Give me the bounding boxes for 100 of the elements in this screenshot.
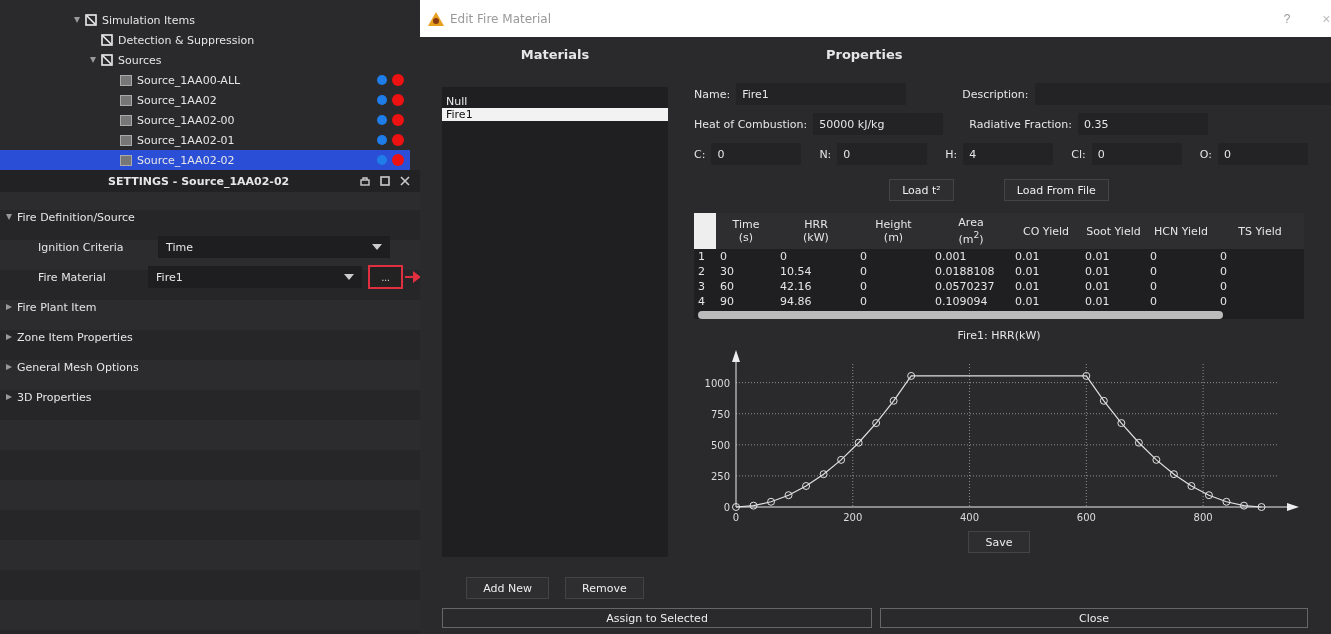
section-header[interactable]: Fire Plant Item <box>0 292 420 322</box>
tree-item[interactable]: Sources <box>0 50 410 70</box>
dropdown[interactable]: Time <box>158 236 390 258</box>
name-field[interactable]: Fire1 <box>736 83 907 105</box>
row-number: 4 <box>697 295 706 308</box>
field-label: H: <box>945 147 958 161</box>
list-item[interactable]: Null <box>442 95 668 108</box>
list-item[interactable]: Fire1 <box>442 108 668 121</box>
collapsed-icon[interactable] <box>6 304 12 310</box>
image-icon <box>120 114 132 126</box>
tick-label: 500 <box>710 439 730 451</box>
tick-label: 600 <box>1076 512 1096 523</box>
table-cell-text: 30 <box>719 265 735 278</box>
tree-item[interactable]: Source_1AA02-02 <box>0 150 410 170</box>
caret-icon <box>344 274 355 280</box>
chart-title: Fire1: HRR(kW) <box>956 329 1042 342</box>
column-header[interactable]: Height (m) <box>856 218 931 244</box>
warning-icon <box>428 11 444 26</box>
data-point <box>1099 396 1108 405</box>
save-button[interactable]: Save <box>968 531 1030 553</box>
fraction-field[interactable]: 0.35 <box>1077 113 1208 135</box>
lock-icon[interactable] <box>360 176 370 186</box>
table-cell-text: 0.01 <box>1014 280 1041 293</box>
table-cell-text: 0.0570237 <box>934 280 996 293</box>
field-label: O: <box>1199 147 1212 161</box>
table-cell-text: 0 <box>1149 280 1158 293</box>
expanded-icon[interactable] <box>74 17 80 23</box>
table-cell-text: 0 <box>1219 280 1228 293</box>
column-header[interactable]: Area (m$^{2}$) <box>931 215 1011 247</box>
image-icon <box>120 154 132 166</box>
row-number: 3 <box>697 280 706 293</box>
table-cell-text: 0.01 <box>1084 265 1111 278</box>
section-header[interactable]: 3D Properties <box>0 382 420 412</box>
field-label: Name: <box>694 87 731 101</box>
tick-label: 750 <box>710 408 730 420</box>
remove-button[interactable]: Remove <box>565 577 644 599</box>
load-button[interactable]: Load From File <box>1003 179 1109 201</box>
tree-item[interactable]: Source_1AA02-00 <box>0 110 410 130</box>
table-cell-text: 0.001 <box>934 250 968 263</box>
data-point <box>819 470 828 479</box>
dot-icon <box>392 114 404 126</box>
column-header[interactable]: HRR (kW) <box>776 218 856 244</box>
load-button[interactable]: Load t² <box>889 179 954 201</box>
row-number: 2 <box>697 265 706 278</box>
field-label: Description: <box>962 87 1029 101</box>
heat-field[interactable]: 50000 kJ/kg <box>813 113 944 135</box>
assign-button[interactable]: Assign to Selected <box>442 608 872 628</box>
expanded-icon[interactable] <box>90 57 96 63</box>
image-icon <box>120 94 132 106</box>
dropdown[interactable]: Fire1 <box>148 266 363 288</box>
data-point <box>1187 482 1196 490</box>
element-field[interactable]: 0 <box>711 143 802 165</box>
collapsed-icon[interactable] <box>6 394 12 400</box>
checkbox-icon <box>101 34 113 46</box>
data-point <box>1239 501 1248 510</box>
tree-item[interactable]: Detection & Suppression <box>0 30 410 50</box>
element-field[interactable]: 0 <box>837 143 928 165</box>
corner-cell[interactable] <box>694 213 716 249</box>
browse-button[interactable]: ... <box>368 265 404 289</box>
tick-label: 200 <box>843 512 863 523</box>
close-icon[interactable] <box>400 176 410 186</box>
column-header[interactable]: Soot Yield <box>1081 224 1146 238</box>
tree-item[interactable]: Source_1AA02 <box>0 90 410 110</box>
table-cell-text: 0 <box>859 250 868 263</box>
section-header[interactable]: Zone Item Properties <box>0 322 420 352</box>
data-point <box>889 396 898 405</box>
element-field[interactable]: 0 <box>1091 143 1182 165</box>
column-header[interactable]: CO Yield <box>1011 224 1081 238</box>
data-point <box>1082 371 1091 380</box>
section-header[interactable]: General Mesh Options <box>0 352 420 382</box>
table-cell-text: 0.01 <box>1014 265 1041 278</box>
table-cell-text: 10.54 <box>779 265 813 278</box>
field-label: Ignition Criteria <box>38 240 125 254</box>
maximize-icon[interactable] <box>380 176 390 186</box>
data-point <box>854 438 863 447</box>
element-field[interactable]: 0 <box>1217 143 1308 165</box>
table-cell-text: 0.01 <box>1084 280 1111 293</box>
element-field[interactable]: 4 <box>963 143 1054 165</box>
column-header[interactable]: TS Yield <box>1216 224 1304 238</box>
table-cell-text: 94.86 <box>779 295 813 308</box>
tree-item[interactable]: Source_1AA00-ALL <box>0 70 410 90</box>
data-point <box>732 503 740 511</box>
tree-item[interactable]: Simulation Items <box>0 10 410 30</box>
column-header[interactable]: HCN Yield <box>1146 224 1216 238</box>
column-header[interactable]: Time (s) <box>716 218 776 244</box>
section-heading: Properties <box>825 47 904 64</box>
tree-item[interactable]: Source_1AA02-01 <box>0 130 410 150</box>
collapsed-icon[interactable] <box>6 334 12 340</box>
collapsed-icon[interactable] <box>6 364 12 370</box>
expanded-icon[interactable] <box>6 214 12 220</box>
image-icon <box>120 74 132 86</box>
add-button[interactable]: Add New <box>466 577 550 599</box>
scrollbar[interactable] <box>698 311 1223 319</box>
section-header[interactable]: Fire Definition/Source <box>0 202 420 232</box>
field-label: Fire Material <box>38 270 107 284</box>
tick-label: 0 <box>723 502 730 513</box>
table-cell-text: 0 <box>779 250 788 263</box>
data-point <box>1169 470 1178 479</box>
close-button[interactable]: Close <box>880 608 1308 628</box>
table-cell-text: 0 <box>1149 250 1158 263</box>
